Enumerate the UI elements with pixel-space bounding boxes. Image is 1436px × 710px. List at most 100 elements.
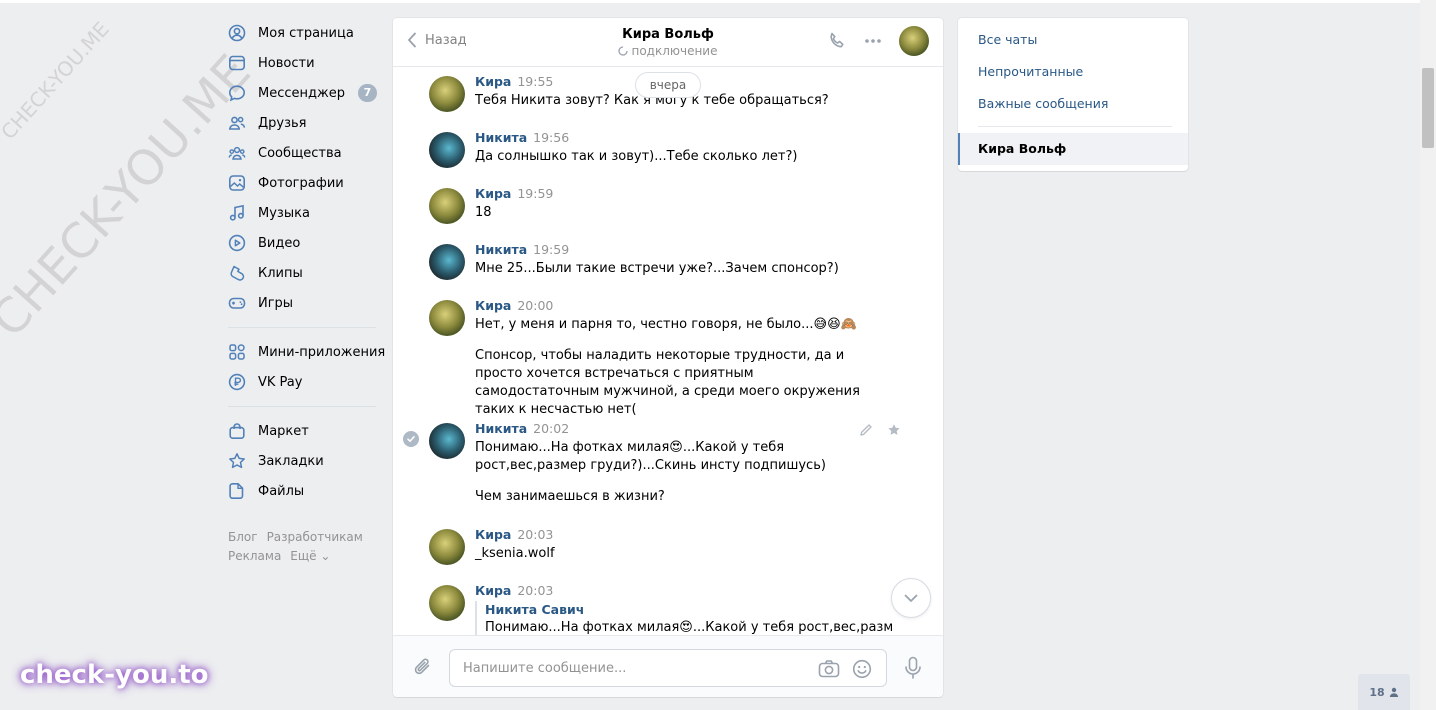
message-time[interactable]: 19:55 — [517, 74, 553, 89]
avatar[interactable] — [429, 132, 465, 168]
message-header: Кира 20:03 — [475, 583, 553, 598]
message-time[interactable]: 20:03 — [517, 583, 553, 598]
phone-icon[interactable] — [827, 31, 847, 51]
avatar[interactable] — [429, 188, 465, 224]
message-input[interactable] — [463, 650, 803, 686]
favorite-star-icon[interactable] — [887, 423, 901, 437]
message-time[interactable]: 19:59 — [533, 242, 569, 257]
nav-item-my-page[interactable]: Моя страница — [228, 18, 388, 48]
message-item[interactable]: Никита 19:56 Да солнышко так и зовут)...Т… — [393, 130, 943, 180]
message-paragraph: _ksenia.wolf — [475, 546, 555, 561]
avatar[interactable] — [429, 585, 465, 621]
menu-important-messages[interactable]: Важные сообщения — [958, 88, 1188, 120]
avatar[interactable] — [429, 76, 465, 112]
message-time[interactable]: 19:56 — [533, 130, 569, 145]
nav-item-market[interactable]: Маркет — [228, 416, 388, 446]
avatar[interactable] — [429, 529, 465, 565]
nav-label: Фотографии — [258, 175, 344, 191]
message-header: Кира 19:55 — [475, 74, 553, 89]
communities-icon — [228, 144, 246, 162]
message-item[interactable]: Кира 20:00 Нет, у меня и парня то, честно… — [393, 298, 943, 417]
microphone-icon[interactable] — [903, 656, 923, 680]
photo-icon — [228, 174, 246, 192]
menu-active-chat[interactable]: Кира Вольф — [958, 133, 1188, 165]
nav-label: Друзья — [258, 115, 307, 131]
footer-link-ads[interactable]: Реклама — [228, 549, 281, 563]
nav-item-photos[interactable]: Фотографии — [228, 168, 388, 198]
music-icon — [228, 204, 246, 222]
nav-label: Новости — [258, 55, 315, 71]
nav-item-news[interactable]: Новости — [228, 48, 388, 78]
message-item[interactable]: Кира 19:59 18 — [393, 186, 943, 236]
message-header: Кира 20:00 — [475, 298, 553, 313]
more-dots-icon[interactable] — [863, 31, 883, 51]
message-composer — [393, 635, 943, 697]
message-author[interactable]: Кира — [475, 583, 511, 598]
message-author[interactable]: Никита — [475, 130, 527, 145]
message-author[interactable]: Никита — [475, 242, 527, 257]
message-paragraph: Да солнышко так и зовут)...Тебе сколько … — [475, 149, 798, 164]
scrollbar-thumb[interactable] — [1422, 68, 1434, 148]
avatar[interactable] — [429, 300, 465, 336]
forwarded-author[interactable]: Никита Савич — [485, 601, 893, 619]
menu-unread[interactable]: Непрочитанные — [958, 56, 1188, 88]
camera-icon[interactable] — [818, 659, 840, 679]
message-author[interactable]: Кира — [475, 527, 511, 542]
nav-item-bookmarks[interactable]: Закладки — [228, 446, 388, 476]
message-item[interactable]: Кира 20:03 Никита Савич Понимаю...На фотк… — [393, 583, 943, 635]
footer-link-developers[interactable]: Разработчикам — [267, 530, 363, 544]
online-friends-button[interactable]: 18 — [1358, 674, 1410, 710]
message-author[interactable]: Кира — [475, 298, 511, 313]
footer-link-blog[interactable]: Блог — [228, 530, 258, 544]
nav-item-messenger[interactable]: Мессенджер 7 — [228, 78, 388, 108]
scroll-to-bottom-button[interactable] — [891, 578, 931, 618]
message-item[interactable]: Никита 19:59 Мне 25...Были такие встречи … — [393, 242, 943, 292]
selected-check-icon[interactable] — [403, 431, 419, 447]
footer-link-more[interactable]: Ещё ⌄ — [290, 549, 330, 563]
message-actions — [859, 423, 901, 437]
edit-pencil-icon[interactable] — [859, 423, 873, 437]
message-text: Нет, у меня и парня то, честно говоря, н… — [475, 316, 865, 419]
avatar[interactable] — [429, 244, 465, 280]
nav-item-friends[interactable]: Друзья — [228, 108, 388, 138]
message-author[interactable]: Кира — [475, 186, 511, 201]
nav-item-clips[interactable]: Клипы — [228, 258, 388, 288]
message-text: Да солнышко так и зовут)...Тебе сколько … — [475, 148, 865, 166]
nav-label: Игры — [258, 295, 294, 311]
menu-divider — [978, 126, 1172, 127]
nav-label: Музыка — [258, 205, 310, 221]
message-input-box[interactable] — [449, 649, 887, 687]
message-time[interactable]: 19:59 — [517, 186, 553, 201]
message-paragraph: Спонсор, чтобы наладить некоторые трудно… — [475, 348, 860, 417]
chat-header: Назад Кира Вольф подключение — [393, 18, 943, 67]
nav-item-communities[interactable]: Сообщества — [228, 138, 388, 168]
emoji-smile-icon[interactable] — [852, 659, 872, 679]
nav-item-vk-pay[interactable]: VK Pay — [228, 367, 388, 397]
nav-item-games[interactable]: Игры — [228, 288, 388, 318]
clips-icon — [228, 264, 246, 282]
nav-item-mini-apps[interactable]: Мини-приложения — [228, 337, 388, 367]
message-author[interactable]: Никита — [475, 421, 527, 436]
paperclip-icon[interactable] — [413, 656, 433, 678]
message-item[interactable]: Кира 20:03 _ksenia.wolf — [393, 527, 943, 577]
nav-item-video[interactable]: Видео — [228, 228, 388, 258]
nav-item-files[interactable]: Файлы — [228, 476, 388, 506]
message-time[interactable]: 20:00 — [517, 298, 553, 313]
user-circle-icon — [228, 24, 246, 42]
newspaper-icon — [228, 54, 246, 72]
message-paragraph: Чем занимаешься в жизни? — [475, 489, 665, 504]
menu-all-chats[interactable]: Все чаты — [958, 24, 1188, 56]
nav-label: Клипы — [258, 265, 303, 281]
page-scrollbar[interactable] — [1420, 0, 1436, 710]
nav-item-music[interactable]: Музыка — [228, 198, 388, 228]
message-time[interactable]: 20:03 — [517, 527, 553, 542]
message-time[interactable]: 20:02 — [533, 421, 569, 436]
peer-avatar[interactable] — [899, 26, 929, 56]
message-item[interactable]: Никита 20:02 Понимаю...На фотках милая😍..… — [393, 421, 943, 521]
avatar[interactable] — [429, 423, 465, 459]
nav-label: Мини-приложения — [258, 344, 386, 360]
nav-label: Закладки — [258, 453, 324, 469]
message-text: _ksenia.wolf — [475, 545, 865, 563]
message-author[interactable]: Кира — [475, 74, 511, 89]
forwarded-message[interactable]: Никита Савич Понимаю...На фотках милая😍.… — [475, 601, 893, 635]
